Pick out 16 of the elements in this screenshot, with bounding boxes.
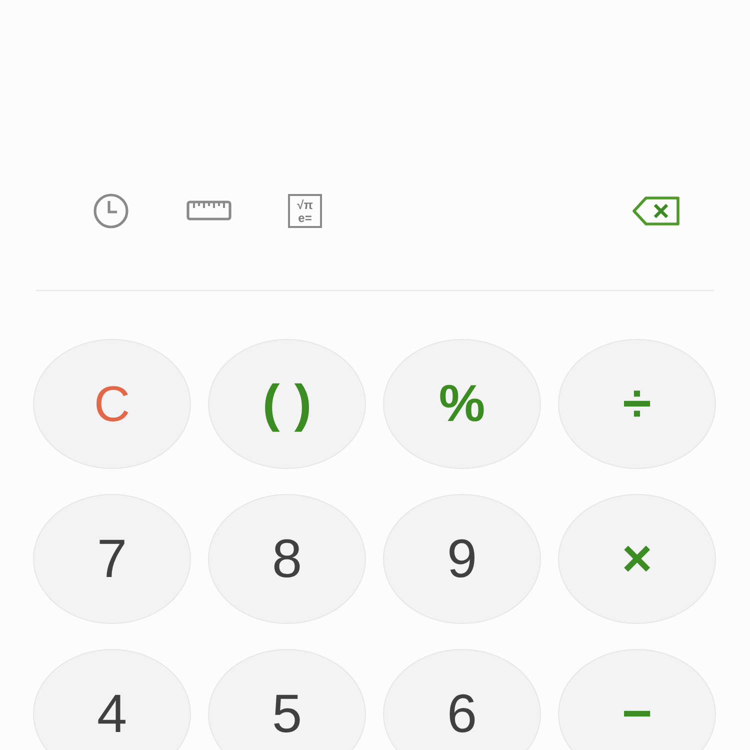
history-icon[interactable] [92,192,130,230]
calculator-key[interactable]: % [383,339,541,469]
calculator-key[interactable]: ÷ [558,339,716,469]
calculator-key[interactable]: 5 [208,649,366,750]
backspace-icon[interactable] [632,196,680,226]
calculator-key[interactable]: 8 [208,494,366,624]
calculator-key[interactable]: 9 [383,494,541,624]
calculator-key[interactable]: 4 [33,649,191,750]
calculator-key[interactable]: 6 [383,649,541,750]
ruler-icon[interactable] [186,199,232,223]
calculator-key[interactable]: ( ) [208,339,366,469]
scientific-button[interactable]: √π e= [288,194,322,228]
calculator-key[interactable]: − [558,649,716,750]
calculator-key[interactable]: C [33,339,191,469]
calculator-key[interactable]: × [558,494,716,624]
calculator-key[interactable]: 7 [33,494,191,624]
